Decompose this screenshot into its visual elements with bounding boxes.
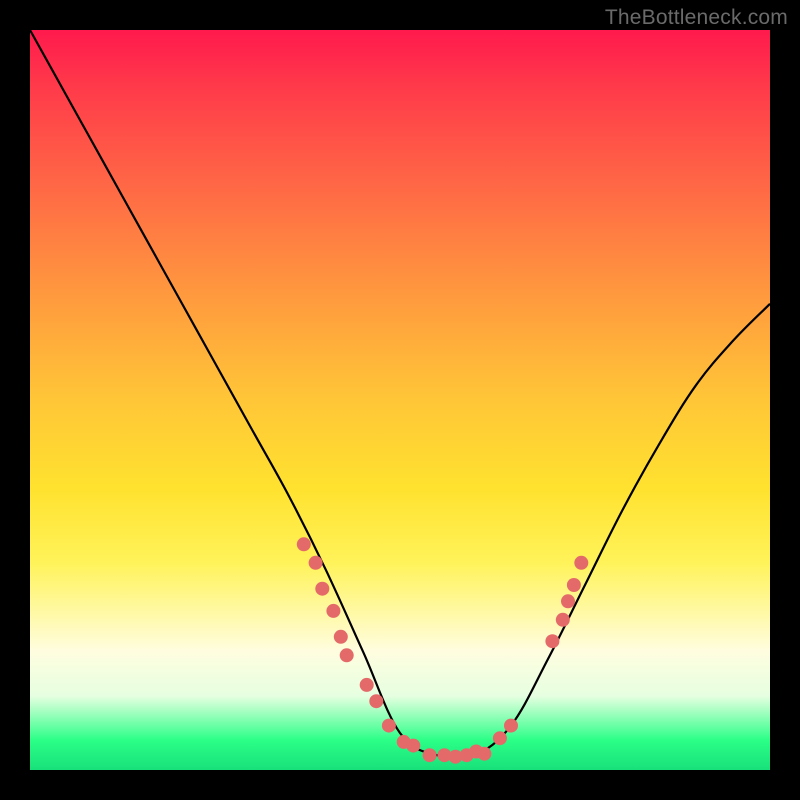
scatter-point (574, 556, 588, 570)
scatter-point (309, 556, 323, 570)
scatter-point (493, 731, 507, 745)
chart-frame: TheBottleneck.com (0, 0, 800, 800)
chart-plot-area (30, 30, 770, 770)
watermark-text: TheBottleneck.com (605, 6, 788, 30)
scatter-point (504, 719, 518, 733)
scatter-point (334, 630, 348, 644)
scatter-points (297, 537, 589, 763)
scatter-point (545, 634, 559, 648)
scatter-point (406, 739, 420, 753)
scatter-point (423, 748, 437, 762)
chart-svg (30, 30, 770, 770)
scatter-point (315, 582, 329, 596)
scatter-point (477, 747, 491, 761)
scatter-point (556, 613, 570, 627)
scatter-point (360, 678, 374, 692)
scatter-point (340, 648, 354, 662)
scatter-point (567, 578, 581, 592)
scatter-point (382, 719, 396, 733)
scatter-point (297, 537, 311, 551)
scatter-point (561, 594, 575, 608)
scatter-point (326, 604, 340, 618)
bottleneck-curve (30, 30, 770, 759)
scatter-point (369, 694, 383, 708)
